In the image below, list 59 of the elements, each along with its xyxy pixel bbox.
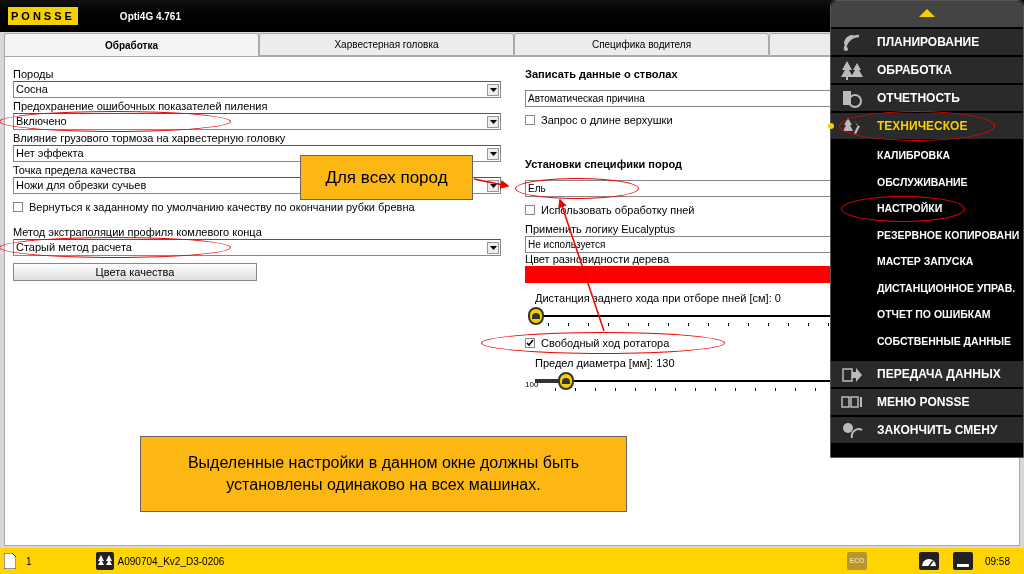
logo: PONSSE (8, 6, 78, 26)
minimize-icon[interactable] (952, 552, 973, 570)
dropdown-button[interactable] (487, 241, 499, 254)
caret-icon (489, 119, 497, 124)
slider-label: Предел диаметра [мм]: 130 (535, 356, 675, 370)
checkbox[interactable] (525, 205, 535, 215)
triangle-up-icon[interactable] (919, 9, 935, 17)
caret-icon (489, 183, 497, 188)
caret-icon (489, 245, 497, 250)
dropdown-field[interactable]: Старый метод расчета (13, 239, 501, 256)
file-name: A090704_Kv2_D3-0206 (117, 554, 225, 569)
checkbox[interactable] (13, 202, 23, 212)
menu-item[interactable]: ПЛАНИРОВАНИЕ (831, 29, 1023, 55)
menu-item[interactable]: ОБРАБОТКА (831, 57, 1023, 83)
pointer-arrow (473, 178, 510, 189)
checkbox-label: Запрос о длине верхушки (541, 112, 673, 128)
dropdown-button[interactable] (487, 147, 499, 160)
submenu-item[interactable]: НАСТРОЙКИ (877, 201, 943, 218)
field-label: Метод экстраполяции профиля комлевого конца (13, 225, 263, 239)
field-label: Точка предела качества (13, 163, 137, 177)
caret-icon (489, 87, 497, 92)
page-icon (4, 553, 16, 569)
menu-item[interactable]: ОТЧЕТНОСТЬ (831, 85, 1023, 111)
dropdown-button[interactable] (487, 115, 499, 128)
submenu-item[interactable]: ДИСТАНЦИОННОЕ УПРАВ. (877, 280, 1016, 297)
quality-colors-button[interactable]: Цвета качества (13, 263, 257, 281)
field-label: Предохранение ошибочных показателей пиления (13, 99, 269, 113)
checkbox[interactable] (525, 115, 535, 125)
dropdown-button[interactable] (487, 83, 499, 96)
field-label: Породы (13, 67, 55, 81)
dropdown-field[interactable]: Включено (13, 113, 501, 130)
caret-icon (489, 151, 497, 156)
section-heading: Установки специфики пород (525, 157, 682, 171)
tab[interactable]: Обработка (4, 33, 259, 56)
callout-box: Выделенные настройки в данном окне должны быть установлены одинаково на всех машинах. (140, 436, 627, 512)
section-heading: Записать данные о стволах (525, 67, 678, 81)
tab[interactable]: Харвестерная головка (259, 33, 514, 56)
menu-item[interactable]: МЕНЮ PONSSE (831, 389, 1023, 415)
submenu-item[interactable]: СОБСТВЕННЫЕ ДАННЫЕ (877, 333, 1012, 350)
slider-thumb[interactable] (557, 372, 574, 390)
callout-box: Для всех пород (300, 155, 473, 200)
clock: 09:58 (984, 554, 1010, 569)
submenu-item[interactable]: ОТЧЕТ ПО ОШИБКАМ (877, 307, 991, 324)
menu-item[interactable]: ПЕРЕДАЧА ДАННЫХ (831, 361, 1023, 387)
checkbox-label: Вернуться к заданному по умолчанию качеству по окончании рубки бревна (29, 199, 415, 215)
trees-icon (95, 552, 114, 570)
checkbox-label: Свободный ход ротатора (541, 335, 670, 351)
dropdown-field[interactable]: Сосна (13, 81, 501, 98)
slider-label: Дистанция заднего хода при отборе пней [см]: 0 (535, 291, 781, 305)
window-title: Opti4G 4.761 (119, 9, 181, 24)
submenu-item[interactable]: МАСТЕР ЗАПУСКА (877, 254, 974, 271)
page-number: 1 (26, 554, 32, 569)
menu-item[interactable]: ТЕХНИЧЕСКОЕ (831, 113, 1023, 139)
checkbox[interactable] (525, 338, 535, 348)
field-label: Влияние грузового тормоза на харвестерную головку (13, 131, 287, 145)
tab[interactable]: Специфика водителя (514, 33, 769, 56)
menu-item[interactable]: ЗАКОНЧИТЬ СМЕНУ (831, 417, 1023, 443)
slider-thumb[interactable] (528, 307, 544, 325)
submenu-item[interactable]: КАЛИБРОВКА (877, 148, 951, 165)
